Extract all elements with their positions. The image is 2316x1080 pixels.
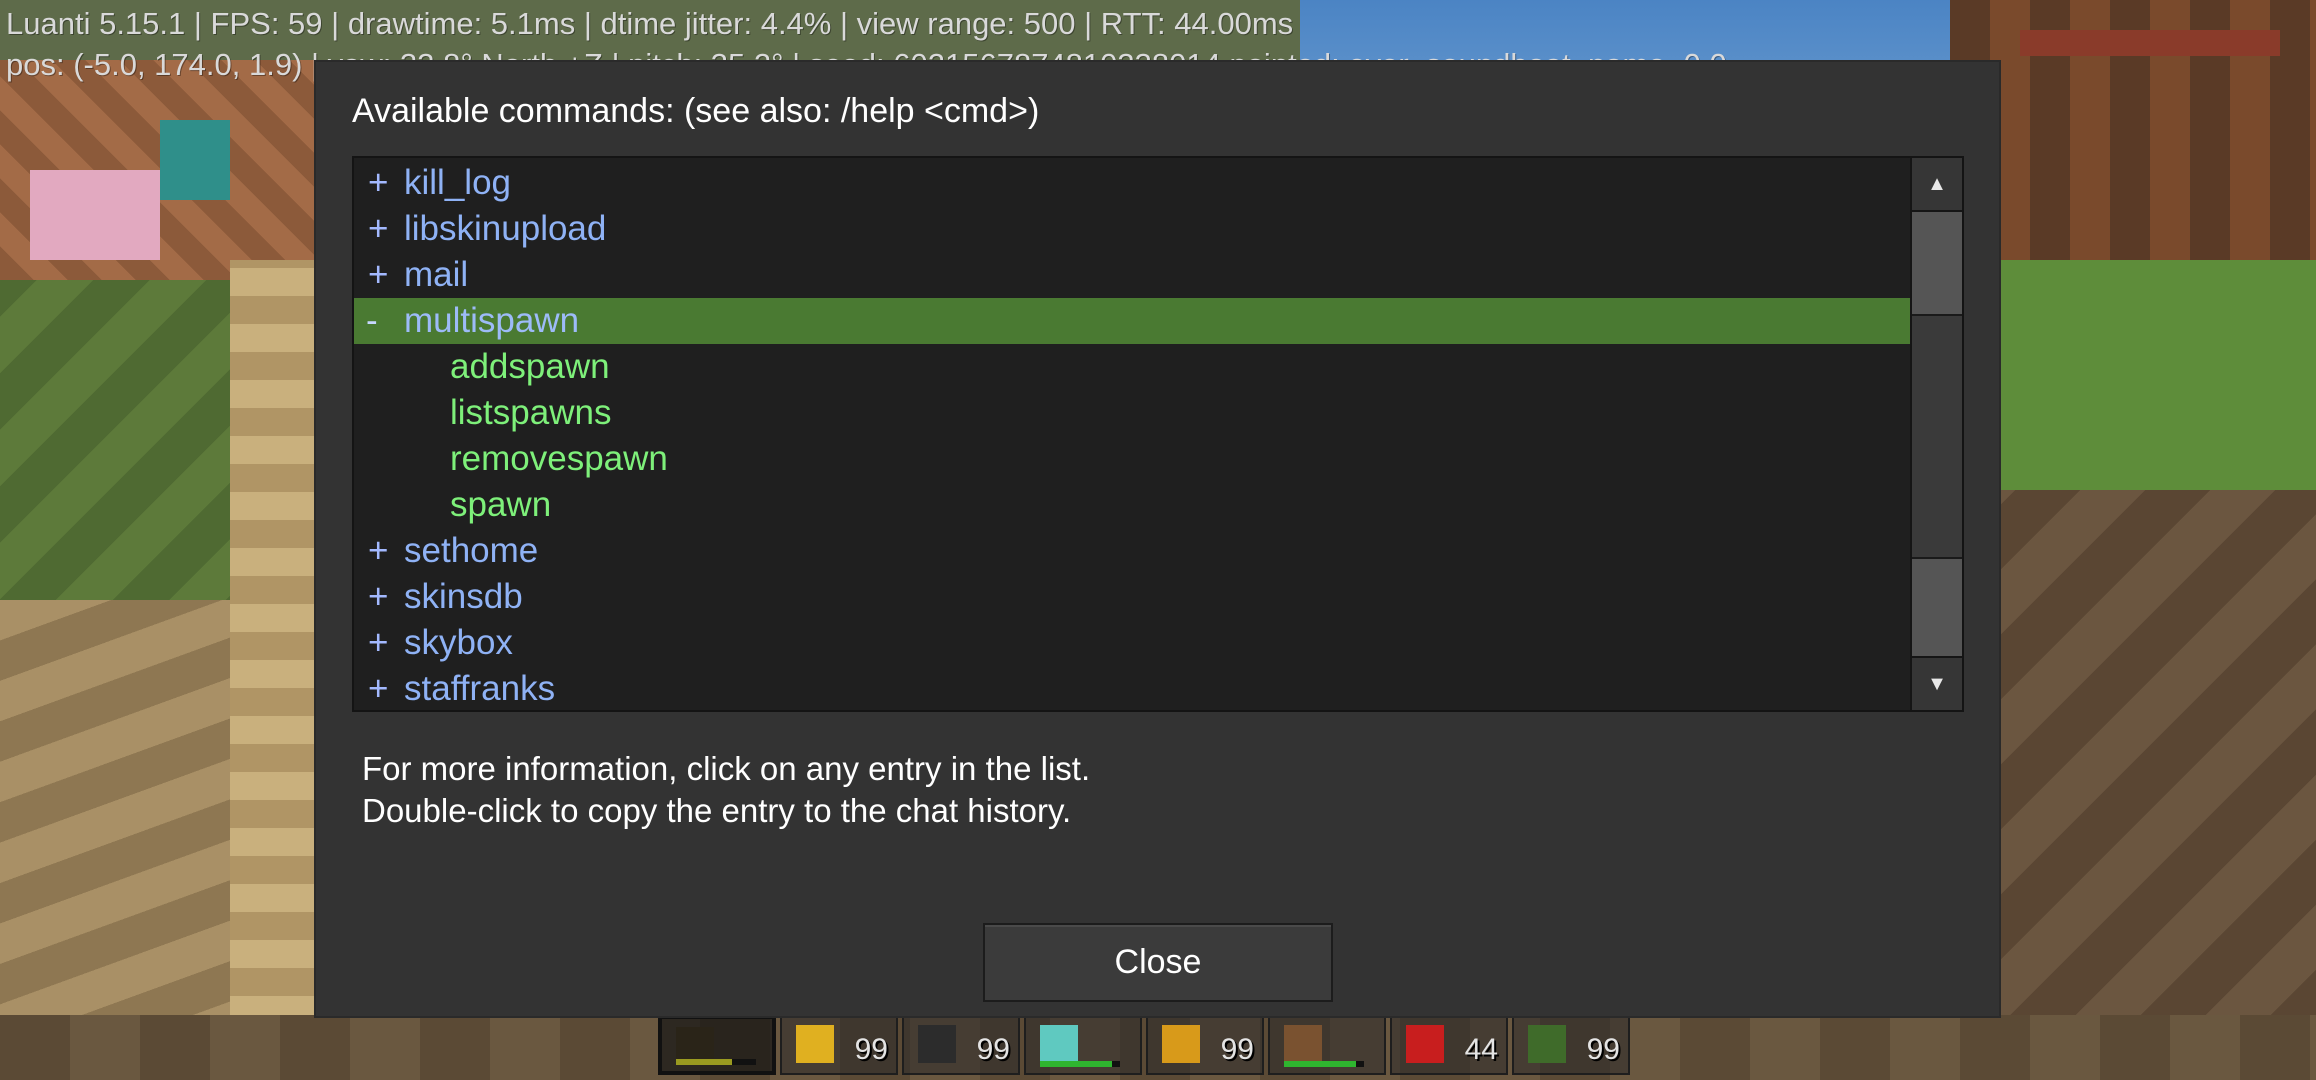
expand-icon: + xyxy=(368,531,389,570)
hotbar-slot[interactable] xyxy=(658,1015,776,1075)
command-group[interactable]: + staffranks xyxy=(354,666,1914,710)
command-name: listspawns xyxy=(450,393,612,432)
hotbar-slot[interactable]: 99 xyxy=(1512,1015,1630,1075)
diamond-pick-icon xyxy=(1040,1025,1078,1063)
gold-block-icon xyxy=(796,1025,834,1063)
hotbar-slot[interactable]: 44 xyxy=(1390,1015,1508,1075)
wear-bar xyxy=(1040,1061,1120,1067)
collapse-icon: - xyxy=(366,301,378,340)
command-name: staffranks xyxy=(404,669,556,708)
hotbar-slot[interactable]: 99 xyxy=(902,1015,1020,1075)
scroll-up-button[interactable]: ▲ xyxy=(1912,158,1962,212)
command-rows: + kill_log + libskinupload + mail - multispawn a… xyxy=(354,160,1914,710)
teal-block xyxy=(160,120,230,200)
triangle-down-icon: ▼ xyxy=(1927,673,1947,695)
command-name: removespawn xyxy=(450,439,668,478)
help-dialog: Available commands: (see also: /help <cm… xyxy=(316,62,1999,1016)
scroll-down-button[interactable]: ▼ xyxy=(1912,656,1962,710)
gold-ore-icon xyxy=(1162,1025,1200,1063)
command-group[interactable]: - multispawn xyxy=(354,298,1914,344)
hotbar: 99 99 99 44 99 xyxy=(658,1015,1658,1075)
item-count: 44 xyxy=(1464,1033,1498,1066)
command-group[interactable]: + kill_log xyxy=(354,160,1914,206)
command-group[interactable]: + sethome xyxy=(354,528,1914,574)
command-group[interactable]: + mail xyxy=(354,252,1914,298)
expand-icon: + xyxy=(368,577,389,616)
command-name: sethome xyxy=(404,531,539,570)
expand-icon: + xyxy=(368,255,389,294)
item-count: 99 xyxy=(854,1033,888,1066)
leaves-icon xyxy=(1528,1025,1566,1063)
expand-icon: + xyxy=(368,669,389,708)
command-item[interactable]: removespawn xyxy=(354,436,1914,482)
hotbar-slot[interactable] xyxy=(1268,1015,1386,1075)
expand-icon: + xyxy=(368,623,389,662)
item-count: 99 xyxy=(1586,1033,1620,1066)
command-group[interactable]: + libskinupload xyxy=(354,206,1914,252)
command-item[interactable]: addspawn xyxy=(354,344,1914,390)
debug-info-line1: Luanti 5.15.1 | FPS: 59 | drawtime: 5.1m… xyxy=(6,6,1294,41)
command-list[interactable]: + kill_log + libskinupload + mail - multispawn a… xyxy=(352,156,1964,712)
command-name: mail xyxy=(404,255,469,294)
ground-right xyxy=(1950,490,2316,1080)
help-info: For more information, click on any entry… xyxy=(362,748,1090,832)
blossom-tree xyxy=(30,170,160,260)
info-line-1: For more information, click on any entry… xyxy=(362,750,1091,787)
red-apple-icon xyxy=(1406,1025,1444,1063)
dialog-title: Available commands: (see also: /help <cm… xyxy=(352,92,1040,130)
command-group[interactable]: + skinsdb xyxy=(354,574,1914,620)
command-item[interactable]: listspawns xyxy=(354,390,1914,436)
wood-stick-icon xyxy=(1284,1025,1322,1063)
command-name: kill_log xyxy=(404,163,511,202)
info-line-2: Double-click to copy the entry to the ch… xyxy=(362,792,1072,829)
item-count: 99 xyxy=(1220,1033,1254,1066)
command-name: addspawn xyxy=(450,347,610,386)
hotbar-slot[interactable]: 99 xyxy=(1146,1015,1264,1075)
pagoda-roof xyxy=(2020,30,2280,56)
command-group[interactable]: + skybox xyxy=(354,620,1914,666)
item-count: 99 xyxy=(976,1033,1010,1066)
hotbar-slot[interactable]: 99 xyxy=(780,1015,898,1075)
close-button[interactable]: Close xyxy=(983,923,1333,1002)
command-name: skinsdb xyxy=(404,577,523,616)
expand-icon: + xyxy=(368,209,389,248)
grass-field xyxy=(1950,260,2316,500)
command-name: multispawn xyxy=(404,301,580,340)
command-name: spawn xyxy=(450,485,552,524)
command-name: libskinupload xyxy=(404,209,607,248)
wear-bar xyxy=(676,1059,756,1065)
hotbar-slot[interactable] xyxy=(1024,1015,1142,1075)
command-item[interactable]: spawn xyxy=(354,482,1914,528)
wear-bar xyxy=(1284,1061,1364,1067)
list-scrollbar[interactable]: ▲ ▼ xyxy=(1910,158,1962,710)
scrollbar-thumb[interactable] xyxy=(1912,212,1962,657)
command-name: skybox xyxy=(404,623,513,662)
triangle-up-icon: ▲ xyxy=(1927,173,1947,195)
expand-icon: + xyxy=(368,163,389,202)
dark-block-icon xyxy=(918,1025,956,1063)
